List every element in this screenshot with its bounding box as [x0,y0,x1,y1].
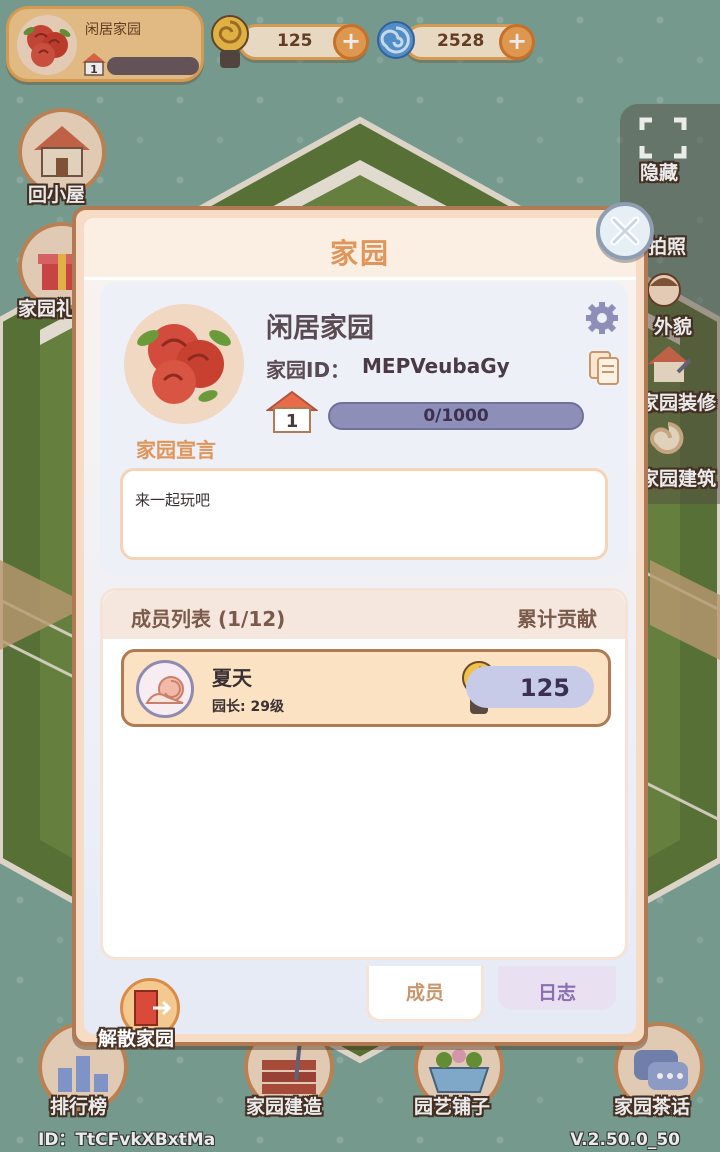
home-id-value: MEPVeubaGy [362,354,510,378]
modal-header: 家园 [84,218,636,280]
level-progress-bar: 0/1000 [328,402,584,430]
member-row[interactable]: 夏天 园长: 29级 125 [121,649,611,727]
home-modal-body: 家园 家园宣言 闲居家园 家园ID： MEPVeubaGy 1 0/1000 来… [84,218,636,1050]
close-button[interactable] [596,202,654,260]
member-list-card: 成员列表 (1/12) 累计贡献 夏天 园长: 29级 125 [100,588,628,960]
home-id-label: 家园ID： [266,358,351,382]
home-emblem[interactable] [124,304,244,424]
home-level-number: 1 [286,411,299,432]
declaration-box[interactable]: 来一起玩吧 [120,468,608,560]
tab-members[interactable]: 成员 [366,966,484,1022]
disband-home-label: 解散家园 [98,1028,175,1050]
declaration-label: 家园宣言 [136,438,216,462]
declaration-text: 来一起玩吧 [135,491,211,509]
member-list-header: 成员列表 (1/12) 累计贡献 [103,591,625,639]
rose-emblem-icon [137,324,231,404]
close-icon [610,216,640,246]
contribution-header: 累计贡献 [517,607,597,631]
tab-log[interactable]: 日志 [498,966,616,1010]
level-progress-text: 0/1000 [423,406,489,426]
member-role-level: 园长: 29级 [212,699,284,715]
game-screen: 闲居家园 1 125 + 2528 + 回小屋 家园礼 隐藏 拍照 外貌 家园装… [0,0,720,1152]
snail-avatar-icon [145,676,184,704]
home-level-icon: 1 [266,390,318,433]
member-avatar [136,660,194,718]
copy-icon[interactable] [588,350,620,386]
contribution-pill: 125 [466,666,594,708]
gear-icon[interactable] [584,300,620,336]
modal-title: 家园 [329,237,390,270]
home-info-card: 家园宣言 闲居家园 家园ID： MEPVeubaGy 1 0/1000 来一起玩… [100,282,628,576]
home-name: 闲居家园 [266,313,374,344]
home-modal: 家园 家园宣言 闲居家园 家园ID： MEPVeubaGy 1 0/1000 来… [72,206,648,1050]
member-contribution: 125 [519,674,570,702]
member-list-title: 成员列表 (1/12) [131,607,286,631]
member-name: 夏天 [212,666,252,690]
